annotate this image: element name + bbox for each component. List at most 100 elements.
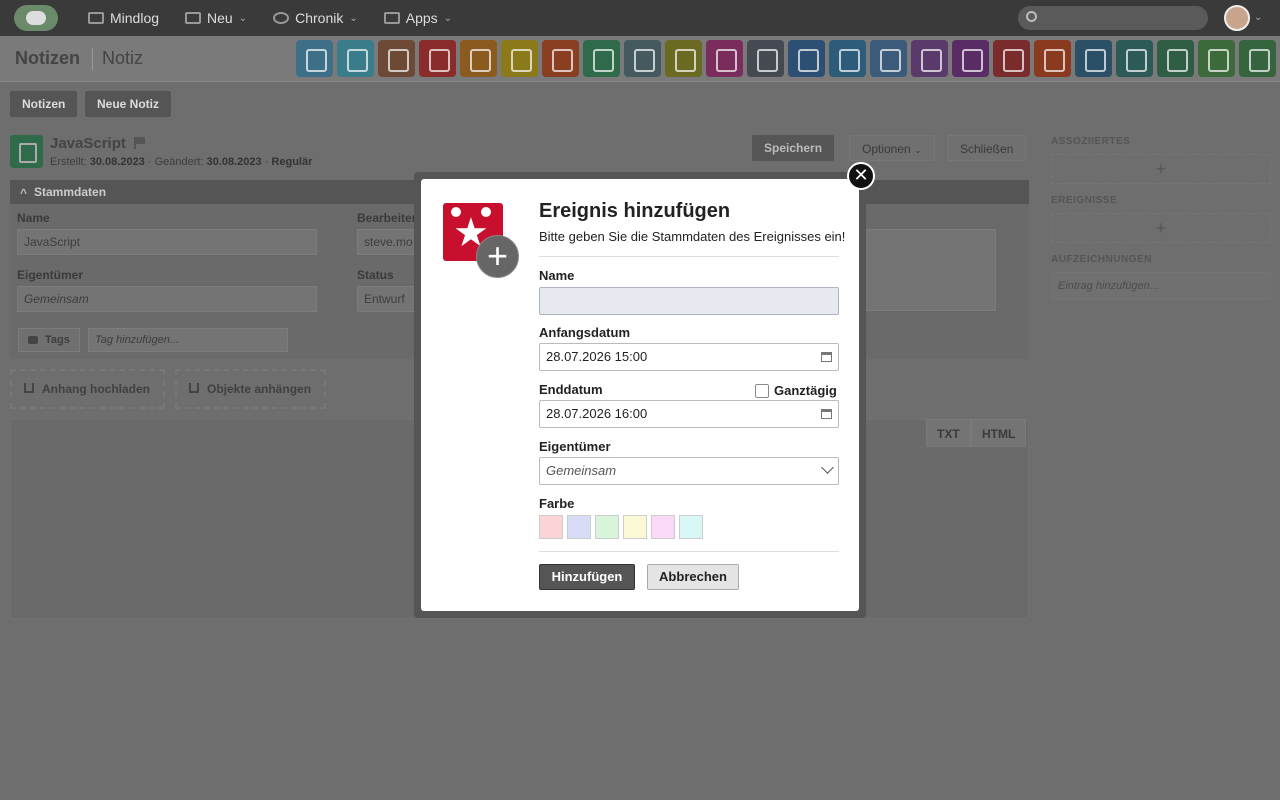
broadcast-app-icon[interactable] — [1034, 40, 1071, 77]
finance-app-icon[interactable] — [747, 40, 784, 77]
mail-app-icon[interactable] — [296, 40, 333, 77]
options-label: Optionen — [862, 142, 911, 156]
flag-icon[interactable] — [134, 137, 146, 149]
owner-label: Eigentümer — [17, 268, 84, 282]
nav-history[interactable]: Chronik ⌄ — [273, 10, 358, 26]
add-button[interactable]: Hinzufügen — [539, 564, 635, 590]
nav-label: Apps — [405, 10, 438, 26]
allday-label: Ganztägig — [774, 383, 837, 398]
nav-label: Neu — [207, 10, 233, 26]
timer-app-icon[interactable] — [460, 40, 497, 77]
notes-app-icon[interactable] — [583, 40, 620, 77]
close-record-button[interactable]: Schließen — [947, 135, 1027, 161]
tag-app-icon[interactable] — [1198, 40, 1235, 77]
allday-toggle[interactable]: Ganztägig — [755, 383, 837, 398]
color-label: Farbe — [539, 496, 575, 511]
format-html-button[interactable]: HTML — [971, 419, 1027, 447]
avatar[interactable] — [1224, 5, 1250, 31]
add-event-dialog: ★ + Ereignis hinzufügen Bitte geben Sie … — [421, 179, 859, 611]
chevron-down-icon[interactable]: ⌄ — [1254, 12, 1262, 23]
add-associated-button[interactable]: + — [1051, 154, 1271, 184]
chevron-down-icon: ⌄ — [238, 12, 248, 24]
owner-label: Eigentümer — [539, 439, 611, 454]
color-swatches — [539, 515, 703, 539]
end-date-input[interactable]: 28.07.2026 16:00 — [539, 400, 839, 428]
attach-objects-button[interactable]: Objekte anhängen — [175, 369, 326, 409]
tags-button[interactable]: Tags — [18, 328, 80, 352]
changed-label: Geändert: — [154, 156, 204, 168]
tag-input[interactable]: Tag hinzufügen... — [88, 328, 288, 352]
contracts-app-icon[interactable] — [911, 40, 948, 77]
color-swatch[interactable] — [679, 515, 703, 539]
nav-new[interactable]: Neu ⌄ — [185, 10, 247, 26]
cancel-button[interactable]: Abbrechen — [647, 564, 739, 590]
bookmarks-app-icon[interactable] — [624, 40, 661, 77]
search-input[interactable] — [1018, 6, 1208, 30]
add-event-button[interactable]: + — [1051, 213, 1271, 243]
color-swatch[interactable] — [595, 515, 619, 539]
nav-apps[interactable]: Apps ⌄ — [383, 10, 452, 26]
app-logo[interactable] — [14, 5, 58, 31]
sparkle-icon — [185, 12, 202, 24]
contacts-app-icon[interactable] — [378, 40, 415, 77]
nav-mindlog[interactable]: Mindlog — [88, 10, 159, 26]
dialog-subtitle: Bitte geben Sie die Stammdaten des Ereig… — [539, 229, 846, 244]
invoice-app-icon[interactable] — [993, 40, 1030, 77]
color-swatch[interactable] — [651, 515, 675, 539]
grid-icon — [383, 12, 400, 24]
deals-app-icon[interactable] — [952, 40, 989, 77]
divider — [539, 256, 839, 257]
documents-app-icon[interactable] — [665, 40, 702, 77]
calendar-icon[interactable] — [821, 352, 832, 362]
upload-icon — [24, 383, 34, 393]
status-select[interactable]: Entwurf — [357, 286, 417, 312]
search-icon — [1026, 11, 1037, 22]
upload-attachment-button[interactable]: Anhang hochladen — [10, 369, 165, 409]
owner-select[interactable]: Gemeinsam — [17, 286, 317, 312]
owner-select[interactable]: Gemeinsam — [539, 457, 839, 485]
name-field[interactable]: JavaScript — [17, 229, 317, 255]
breadcrumb-main[interactable]: Notizen — [15, 48, 80, 69]
add-record-input[interactable]: Eintrag hinzufügen... — [1051, 272, 1271, 300]
editor-field[interactable]: steve.mo — [357, 229, 417, 255]
created-date: 30.08.2023 — [89, 156, 145, 168]
tab-notes-button[interactable]: Notizen — [10, 91, 78, 117]
chevron-down-icon: ⌄ — [914, 145, 922, 155]
description-field[interactable] — [858, 229, 996, 311]
start-date-value: 28.07.2026 15:00 — [546, 349, 648, 364]
save-button[interactable]: Speichern — [752, 135, 835, 161]
download-app-icon[interactable] — [1075, 40, 1112, 77]
changed-date: 30.08.2023 — [206, 156, 262, 168]
shipping-app-icon[interactable] — [788, 40, 825, 77]
billing-app-icon[interactable] — [1157, 40, 1194, 77]
allday-checkbox[interactable] — [755, 383, 769, 398]
record-title: JavaScript — [50, 135, 126, 152]
status-label: Status — [357, 268, 394, 282]
editor-label: Bearbeiter — [357, 211, 417, 225]
money-bag-app-icon[interactable] — [870, 40, 907, 77]
new-note-button[interactable]: Neue Notiz — [85, 91, 172, 117]
start-date-label: Anfangsdatum — [539, 325, 630, 340]
nav-label: Chronik — [295, 10, 344, 26]
event-name-input[interactable] — [539, 287, 839, 315]
email-app-icon[interactable] — [337, 40, 374, 77]
right-sidebar: ASSOZIIERTES + EREIGNISSE + AUFZEICHNUNG… — [1040, 124, 1280, 800]
calendar-app-icon[interactable] — [419, 40, 456, 77]
register-app-icon[interactable] — [706, 40, 743, 77]
support-app-icon[interactable] — [829, 40, 866, 77]
todo-app-icon[interactable] — [542, 40, 579, 77]
options-button[interactable]: Optionen ⌄ — [849, 135, 935, 161]
color-swatch[interactable] — [539, 515, 563, 539]
calendar-icon[interactable] — [821, 409, 832, 419]
color-swatch[interactable] — [567, 515, 591, 539]
database-app-icon[interactable] — [1239, 40, 1276, 77]
record-meta: Erstellt: 30.08.2023 · Geändert: 30.08.2… — [50, 156, 313, 168]
start-date-input[interactable]: 28.07.2026 15:00 — [539, 343, 839, 371]
shop-app-icon[interactable] — [1116, 40, 1153, 77]
format-txt-button[interactable]: TXT — [926, 419, 971, 447]
close-icon[interactable]: ✕ — [847, 162, 875, 190]
color-swatch[interactable] — [623, 515, 647, 539]
paperclip-icon — [189, 383, 199, 393]
nav-label: Mindlog — [110, 10, 160, 26]
tasks-app-icon[interactable] — [501, 40, 538, 77]
